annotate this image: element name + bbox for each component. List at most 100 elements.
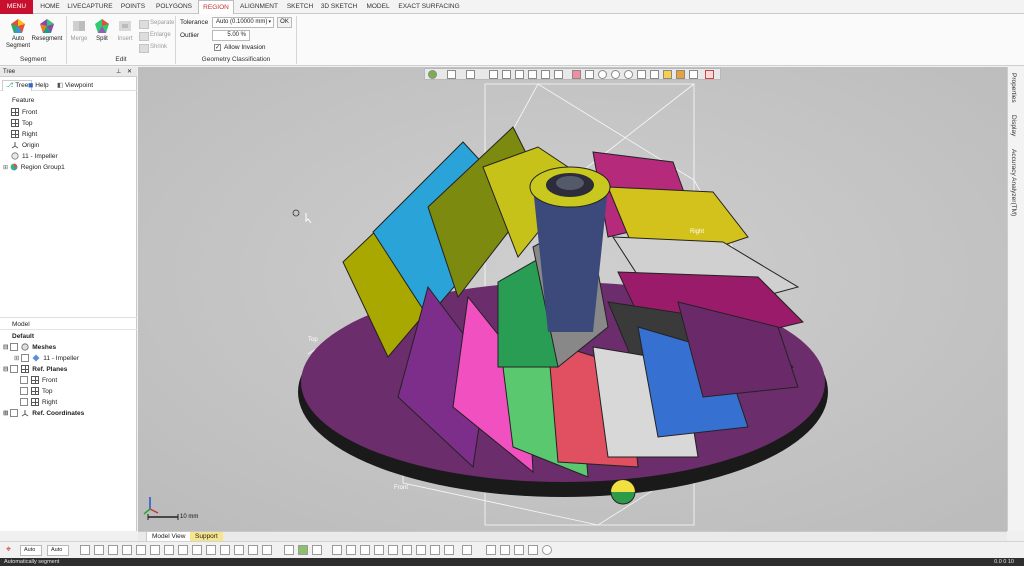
visibility-box-icon[interactable]	[21, 354, 30, 363]
collapse-icon[interactable]: ⊟	[3, 344, 10, 351]
selection-target-select[interactable]: Auto	[47, 545, 69, 556]
filter-solid-icon[interactable]	[248, 545, 258, 555]
tab-exact-surfacing[interactable]: EXACT SURFACING	[396, 0, 462, 14]
light-icon[interactable]	[528, 545, 538, 555]
collapse-icon[interactable]: ⊟	[3, 366, 10, 373]
section-view-icon[interactable]	[515, 70, 524, 79]
lasso-select-icon[interactable]	[624, 70, 633, 79]
tab-accuracy-analyzer[interactable]: Accuracy Analyzer(TM)	[1010, 149, 1017, 216]
selection-filter-icon[interactable]: ⌖	[6, 545, 16, 555]
view-cube-icon[interactable]	[447, 70, 456, 79]
visibility-box-icon[interactable]	[20, 398, 28, 407]
expand-icon[interactable]: ⊞	[3, 410, 10, 417]
view-option-5-icon[interactable]	[388, 545, 398, 555]
visibility-box-icon[interactable]	[10, 343, 19, 352]
display-shaded-icon[interactable]	[284, 545, 294, 555]
enlarge-button[interactable]: Enlarge	[139, 30, 171, 41]
clip-icon[interactable]	[528, 70, 537, 79]
tree-item-top[interactable]: Top	[11, 118, 32, 129]
paint-select-icon[interactable]	[611, 70, 620, 79]
note-icon[interactable]	[514, 545, 524, 555]
outlier-input[interactable]: 5.00 %	[212, 30, 250, 41]
visibility-box-icon[interactable]	[20, 376, 28, 385]
model-item-meshes[interactable]: ⊟ Meshes	[3, 342, 56, 353]
view-option-7-icon[interactable]	[416, 545, 426, 555]
ruler-icon[interactable]	[500, 545, 510, 555]
tab-properties[interactable]: Properties	[1010, 73, 1017, 103]
merge-button[interactable]: Merge	[67, 18, 91, 54]
split-button[interactable]: Split	[90, 18, 114, 54]
filter-edge-icon[interactable]	[136, 545, 146, 555]
filter-face-icon[interactable]	[122, 545, 132, 555]
model-item-default[interactable]: Default	[12, 331, 34, 342]
insert-button[interactable]: Insert	[113, 18, 137, 54]
separate-button[interactable]: Separate	[139, 18, 174, 29]
measure-icon[interactable]	[486, 545, 496, 555]
selection-mode-select[interactable]: Auto	[20, 545, 42, 556]
view-option-2-icon[interactable]	[346, 545, 356, 555]
tab-home[interactable]: HOME	[35, 0, 65, 14]
3d-viewport[interactable]: Top Front Right 10 mm	[138, 67, 1007, 531]
model-item-ref-planes[interactable]: ⊟ Ref. Planes	[3, 364, 67, 375]
extension-icon[interactable]	[676, 70, 685, 79]
tab-livecapture[interactable]: LIVECAPTURE	[66, 0, 114, 14]
tab-region[interactable]: REGION	[198, 0, 234, 14]
pin-icon[interactable]: ⊥	[116, 67, 121, 77]
tree-item-impeller[interactable]: 11 - Impeller	[11, 151, 58, 162]
copy-icon[interactable]	[462, 545, 472, 555]
impeller-model[interactable]	[138, 67, 1007, 531]
view-option-9-icon[interactable]	[444, 545, 454, 555]
visibility-box-icon[interactable]	[20, 387, 28, 396]
filter-plane-icon[interactable]	[192, 545, 202, 555]
tree-item-region-group1[interactable]: ⊞ Region Group1	[3, 162, 65, 173]
filter-sketch-icon[interactable]	[178, 545, 188, 555]
display-wire-icon[interactable]	[312, 545, 322, 555]
tree-item-origin[interactable]: Origin	[11, 140, 39, 151]
settings-icon[interactable]	[689, 70, 698, 79]
selection-mode-icon[interactable]	[428, 70, 437, 79]
view-option-6-icon[interactable]	[402, 545, 412, 555]
filter-mesh-icon[interactable]	[94, 545, 104, 555]
tab-sketch[interactable]: SKETCH	[284, 0, 316, 14]
view-option-8-icon[interactable]	[430, 545, 440, 555]
tolerance-dropdown[interactable]: Auto (0.10000 mm) ▾	[212, 17, 274, 28]
filter-point-icon[interactable]	[80, 545, 90, 555]
filter-curve-icon[interactable]	[220, 545, 230, 555]
pin-view-icon[interactable]	[554, 70, 563, 79]
visibility-box-icon[interactable]	[10, 409, 19, 418]
close-icon[interactable]: ✕	[127, 67, 132, 77]
filter-body-icon[interactable]	[164, 545, 174, 555]
circle-select-icon[interactable]	[598, 70, 607, 79]
tolerance-ok-button[interactable]: OK	[277, 17, 292, 28]
view-option-4-icon[interactable]	[374, 545, 384, 555]
resegment-button[interactable]: Resegment	[31, 18, 63, 54]
model-item-right[interactable]: Right	[20, 397, 57, 408]
tab-display[interactable]: Display	[1010, 115, 1017, 136]
view-option-3-icon[interactable]	[360, 545, 370, 555]
model-item-ref-coordinates[interactable]: ⊞ Ref. Coordinates	[3, 408, 84, 419]
tab-polygons[interactable]: POLYGONS	[152, 0, 196, 14]
tab-points[interactable]: POINTS	[116, 0, 150, 14]
view-fit-icon[interactable]	[502, 70, 511, 79]
visibility-box-icon[interactable]	[10, 365, 19, 374]
filter-region-icon[interactable]	[108, 545, 118, 555]
expand-icon[interactable]: ⊞	[14, 355, 21, 362]
tab-viewpoint[interactable]: ◧ Viewpoint	[57, 81, 93, 89]
tab-alignment[interactable]: ALIGNMENT	[236, 0, 282, 14]
pause-icon[interactable]	[541, 70, 550, 79]
tab-3d-sketch[interactable]: 3D SKETCH	[318, 0, 360, 14]
render-sphere-icon[interactable]	[542, 545, 552, 555]
tab-menu[interactable]: MENU	[0, 0, 33, 14]
rect-select-icon[interactable]	[585, 70, 594, 79]
filter-vertex-icon[interactable]	[150, 545, 160, 555]
shrink-button[interactable]: Shrink	[139, 42, 167, 53]
brush-icon[interactable]	[663, 70, 672, 79]
deselect-icon[interactable]	[572, 70, 581, 79]
polyline-select-icon[interactable]	[650, 70, 659, 79]
model-item-impeller[interactable]: ⊞ 11 - Impeller	[14, 353, 79, 364]
tree-item-front[interactable]: Front	[11, 107, 37, 118]
model-item-front[interactable]: Front	[20, 375, 57, 386]
filter-axis-icon[interactable]	[206, 545, 216, 555]
display-mesh-icon[interactable]	[298, 545, 308, 555]
filter-surface-icon[interactable]	[234, 545, 244, 555]
